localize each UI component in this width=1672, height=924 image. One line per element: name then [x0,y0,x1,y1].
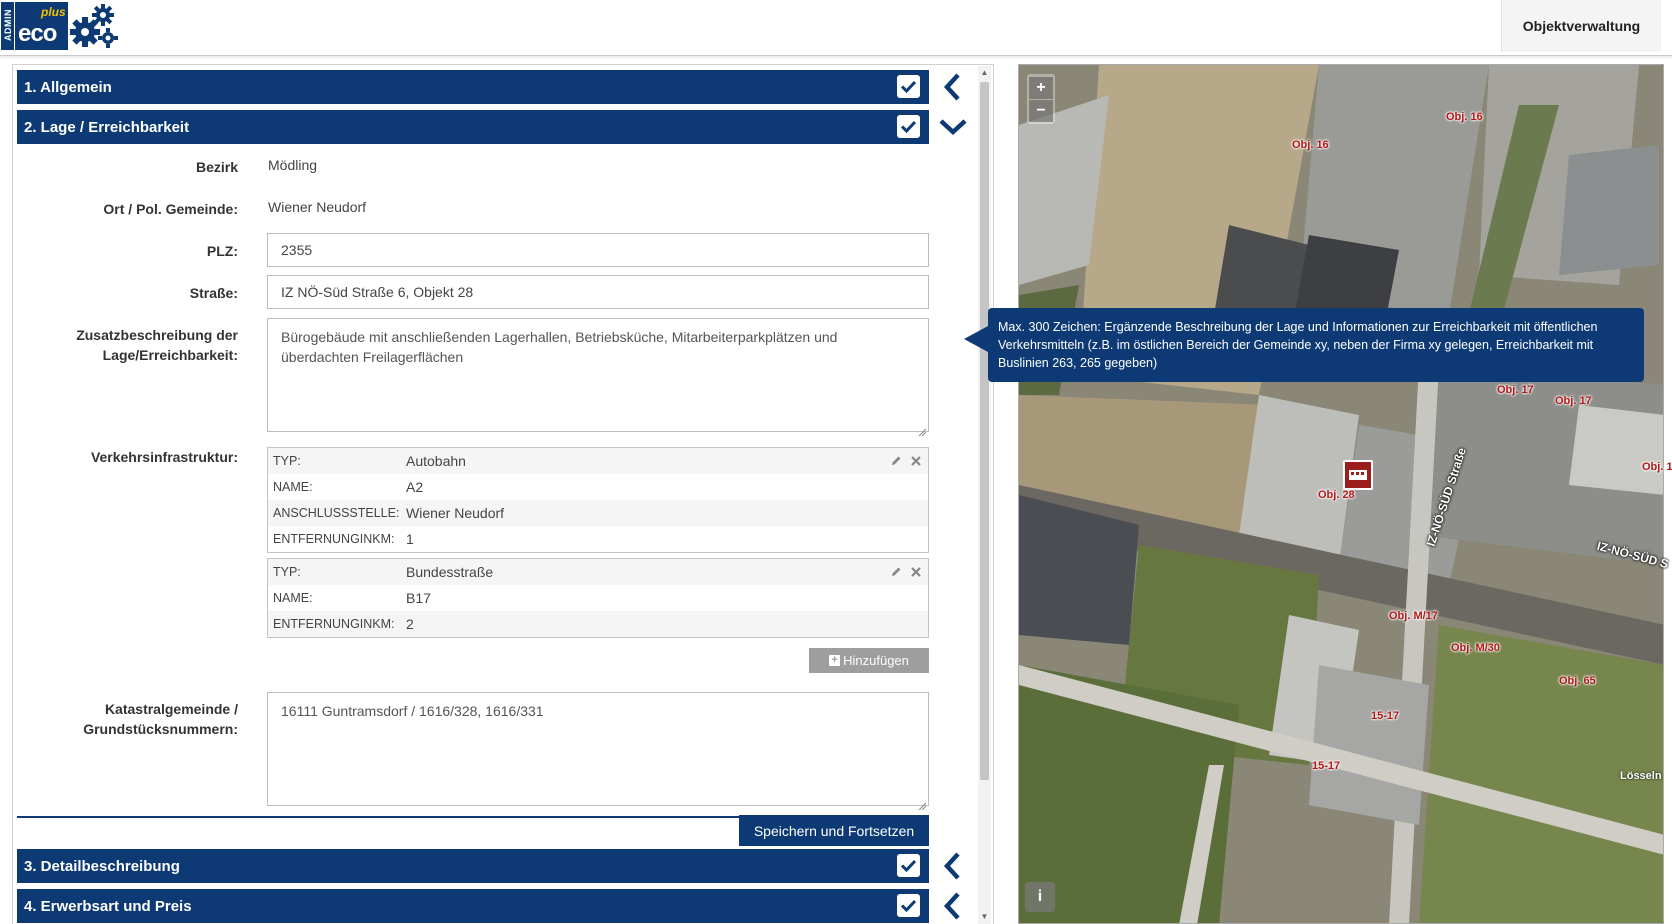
bezirk-label: Bezirk [195,159,238,175]
section-erwerbsart-preis[interactable]: 4. Erwerbsart und Preis [17,889,929,923]
add-verkehr-button[interactable]: + Hinzufügen [809,648,929,673]
logo-admin-strip: ADMIN [1,2,14,50]
plz-label: PLZ: [206,243,238,259]
resize-grip-icon[interactable] [918,795,927,811]
bezirk-value: Mödling [268,157,318,173]
top-bar: ADMIN eco plus Objektverwaltung [0,0,1672,56]
ecoplus-admin-logo[interactable]: ADMIN eco plus [0,0,130,52]
map-label[interactable]: 15-17 [1371,710,1399,722]
map-label[interactable]: Obj. M/30 [1451,642,1500,654]
checkbox-checked-icon [897,75,920,98]
section-lage-erreichbarkeit[interactable]: 2. Lage / Erreichbarkeit [17,110,929,144]
map-label[interactable]: 15-17 [1312,760,1340,772]
chevron-left-icon[interactable] [938,889,968,923]
tab-objektverwaltung[interactable]: Objektverwaltung [1501,0,1661,52]
infra-row: TYP: Autobahn [268,448,928,474]
zusatzbeschreibung-textarea[interactable]: Bürogebäude mit anschließenden Lagerhall… [267,318,929,437]
verkehrsinfrastruktur-label: Verkehrsinfrastruktur: [90,449,238,465]
map-label[interactable]: Obj. 16 [1292,139,1329,151]
verkehr-entry-bundesstrasse: TYP: Bundesstraße NAME: B17 ENTFERNUNGINKM… [267,558,929,638]
strasse-label: Straße: [189,285,238,301]
close-icon[interactable] [910,454,922,466]
chevron-left-icon[interactable] [938,849,968,883]
save-continue-button[interactable]: Speichern und Fortsetzen [739,815,929,846]
zusatzbeschreibung-tooltip: Max. 300 Zeichen: Ergänzende Beschreibun… [988,308,1644,382]
ort-label: Ort / Pol. Gemeinde: [103,201,238,217]
gears-icon [68,2,120,50]
chevron-left-icon[interactable] [938,70,968,104]
katastral-textarea[interactable]: 16111 Guntramsdorf / 1616/328, 1616/331 [267,692,929,811]
map-label[interactable]: Obj. M/17 [1389,610,1438,622]
katastral-label: Katastralgemeinde / Grundstücksnummern: [83,701,238,737]
scroll-thumb[interactable] [980,82,989,780]
infra-row: ENTFERNUNGINKM: 2 [268,611,928,637]
object-marker-icon[interactable] [1343,460,1373,490]
ort-value: Wiener Neudorf [268,199,367,215]
map-zoom-control: + − [1027,74,1055,124]
checkbox-checked-icon [897,894,920,917]
map-label[interactable]: Obj. 65 [1559,675,1596,687]
infra-row: ANSCHLUSSSTELLE: Wiener Neudorf [268,500,928,526]
checkbox-checked-icon [897,854,920,877]
close-icon[interactable] [910,565,922,577]
infra-row: NAME: B17 [273,590,431,606]
zoom-in-button[interactable]: + [1029,77,1053,99]
section-detailbeschreibung[interactable]: 3. Detailbeschreibung [17,849,929,883]
map-label[interactable]: Obj. 17 [1555,395,1592,407]
entry-actions [890,565,922,577]
infra-row: ENTFERNUNGINKM: 1 [273,531,414,547]
checkbox-checked-icon [897,115,920,138]
map-label: Lösseln [1620,770,1662,782]
map-label[interactable]: Obj. 1 [1642,461,1672,473]
infra-row: TYP: Bundesstraße [268,559,928,585]
form-scrollbar[interactable]: ▲ ▼ [978,66,991,924]
infra-row: NAME: A2 [273,479,424,495]
resize-grip-icon[interactable] [918,421,927,437]
zusatzbeschreibung-label: Zusatzbeschreibung der Lage/Erreichbarke… [76,327,238,363]
map-info-button[interactable]: i [1025,882,1055,912]
pencil-icon[interactable] [890,565,902,577]
section-allgemein[interactable]: 1. Allgemein [17,70,929,104]
plus-square-icon: + [829,655,841,666]
zoom-out-button[interactable]: − [1029,100,1053,122]
tooltip-arrow [964,326,988,352]
verkehr-entry-autobahn: TYP: Autobahn NAME: A2 ANSCHLUSSSTELLE: Wie… [267,447,929,553]
chevron-down-icon[interactable] [938,110,968,144]
entry-actions [890,454,922,466]
scroll-down-icon[interactable]: ▼ [978,910,991,924]
pencil-icon[interactable] [890,454,902,466]
map-label[interactable]: Obj. 17 [1497,384,1534,396]
plz-input[interactable]: 2355 [267,233,929,267]
strasse-input[interactable]: IZ NÖ-Süd Straße 6, Objekt 28 [267,275,929,309]
map-label[interactable]: Obj. 16 [1446,111,1483,123]
logo-eco-block: eco plus [15,2,68,50]
scroll-up-icon[interactable]: ▲ [978,66,991,80]
